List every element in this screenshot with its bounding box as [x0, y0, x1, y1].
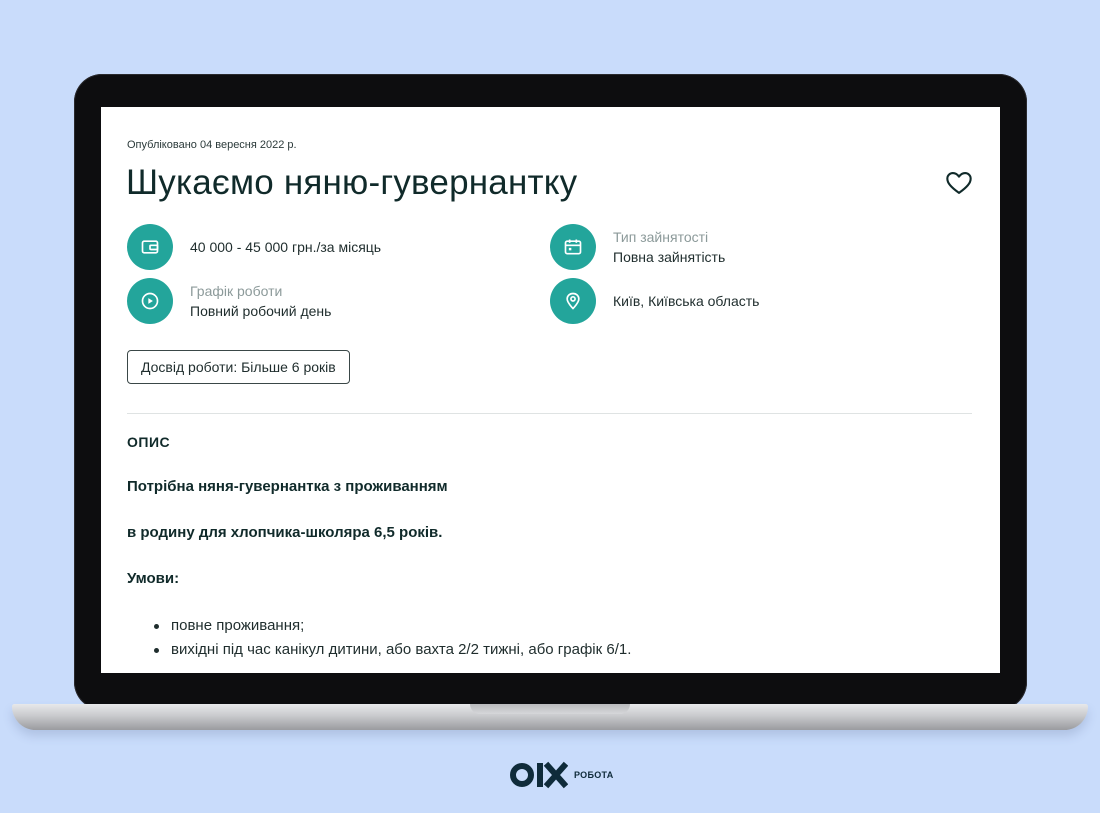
employment-type-info: Тип зайнятості Повна зайнятість [550, 224, 725, 270]
location-info: Київ, Київська область [550, 278, 759, 324]
list-item: повне проживання; [127, 614, 631, 638]
description-line-2: в родину для хлопчика-школяра 6,5 років. [127, 524, 443, 541]
experience-chip[interactable]: Досвід роботи: Більше 6 років [127, 350, 350, 384]
conditions-list: повне проживання; вихідні під час каніку… [127, 614, 631, 662]
employment-type-value: Повна зайнятість [613, 249, 726, 265]
laptop-notch [470, 704, 630, 714]
salary-value: 40 000 - 45 000 грн./за місяць [190, 239, 382, 255]
schedule-value: Повний робочий день [190, 303, 332, 319]
schedule-label: Графік роботи [190, 283, 283, 299]
conditions-heading: Умови: [127, 570, 180, 587]
calendar-icon [550, 224, 596, 270]
play-circle-icon [127, 278, 173, 324]
salary-info: 40 000 - 45 000 грн./за місяць [127, 224, 381, 270]
location-value: Київ, Київська область [613, 293, 760, 309]
location-pin-icon [550, 278, 596, 324]
list-item: вихідні під час канікул дитини, або вахт… [127, 638, 631, 662]
description-heading: ОПИС [127, 434, 171, 450]
section-divider [127, 413, 972, 414]
logo-sub-label: РОБОТА [574, 770, 614, 780]
laptop-screen: Опубліковано 04 вересня 2022 р. Шукаємо … [101, 107, 1000, 673]
olx-robota-logo: РОБОТА [510, 760, 614, 790]
heart-icon [946, 172, 972, 194]
favorite-button[interactable] [945, 169, 973, 197]
schedule-info: Графік роботи Повний робочий день [127, 278, 331, 324]
olx-logo-mark [510, 760, 568, 790]
wallet-icon [127, 224, 173, 270]
employment-type-label: Тип зайнятості [613, 229, 709, 245]
published-date: Опубліковано 04 вересня 2022 р. [127, 139, 297, 151]
page-title: Шукаємо няню-гувернантку [126, 163, 578, 202]
description-line-1: Потрібна няня-гувернантка з проживанням [127, 478, 448, 495]
